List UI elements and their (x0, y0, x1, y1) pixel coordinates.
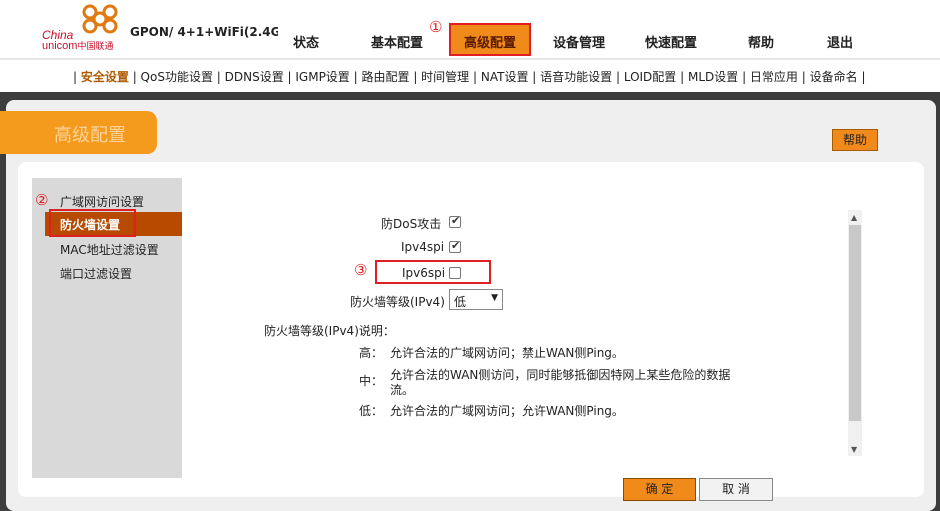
chevron-down-icon: ▼ (491, 293, 498, 303)
sidebar-item-port-filter[interactable]: 端口过滤设置 (60, 265, 132, 282)
page-title-tab: 高级配置 (0, 111, 157, 154)
ipv4spi-label: Ipv4spi (401, 240, 445, 254)
scroll-up-icon[interactable]: ▲ (851, 213, 857, 222)
subnav-security-settings[interactable]: 安全设置 (81, 70, 129, 84)
subnav-nat[interactable]: NAT设置 (481, 70, 529, 84)
sub-navigation-bar: | 安全设置 | QoS功能设置 | DDNS设置 | IGMP设置 | 路由配… (0, 58, 940, 92)
subnav-daily-apps[interactable]: 日常应用 (750, 70, 798, 84)
subnav-igmp[interactable]: IGMP设置 (295, 70, 349, 84)
device-model: GPON/ 4+1+WiFi(2.4G) (128, 0, 286, 58)
scrollbar-thumb[interactable] (849, 225, 861, 421)
sidebar-item-mac-filter[interactable]: MAC地址过滤设置 (60, 241, 159, 258)
level-high-key: 高： (359, 346, 384, 360)
logo-text-unicom: unicom中国联通 (42, 39, 113, 52)
level-high-desc: 允许合法的广域网访问；禁止WAN侧Ping。 (390, 346, 624, 360)
sidebar-item-firewall-label: 防火墙设置 (60, 218, 121, 232)
level-mid-desc-line2: 流。 (390, 383, 415, 397)
device-model-label: GPON/ 4+1+WiFi(2.4G) (130, 25, 286, 39)
scroll-down-icon[interactable]: ▼ (851, 445, 857, 454)
page-title: 高级配置 (54, 125, 126, 146)
nav-basic-config[interactable]: 基本配置 (371, 32, 423, 51)
nav-quick-config[interactable]: 快速配置 (645, 32, 697, 51)
nav-device-management[interactable]: 设备管理 (553, 32, 605, 51)
annotation-marker-2: ② (35, 191, 49, 209)
ipv6spi-checkbox[interactable] (449, 267, 461, 279)
subnav-voice[interactable]: 语音功能设置 (540, 70, 612, 84)
confirm-button[interactable]: 确 定 (623, 478, 696, 501)
dos-checkbox[interactable] (449, 214, 461, 228)
annotation-marker-3: ③ (354, 261, 368, 279)
level-low-desc: 允许合法的广域网访问；允许WAN侧Ping。 (390, 404, 624, 418)
level-description-title: 防火墙等级(IPv4)说明： (264, 324, 395, 338)
level-mid-desc-line1: 允许合法的WAN侧访问，同时能够抵御因特网上某些危险的数据 (390, 368, 731, 382)
subnav-routing[interactable]: 路由配置 (361, 70, 409, 84)
sidebar-item-wan-access[interactable]: 广域网访问设置 (60, 193, 144, 210)
level-mid-key: 中： (359, 374, 384, 388)
subnav-qos[interactable]: QoS功能设置 (141, 70, 213, 84)
nav-logout[interactable]: 退出 (827, 32, 853, 51)
sub-nav-list: | 安全设置 | QoS功能设置 | DDNS设置 | IGMP设置 | 路由配… (73, 70, 866, 84)
level-low-key: 低： (359, 404, 384, 418)
subnav-mld[interactable]: MLD设置 (688, 70, 738, 84)
ipv4spi-checkbox[interactable] (449, 239, 461, 253)
nav-help[interactable]: 帮助 (748, 32, 774, 51)
firewall-level-value: 低 (454, 295, 467, 309)
logo-unicom-cn: 中国联通 (77, 41, 114, 51)
china-unicom-logo: China unicom中国联通 (0, 0, 128, 58)
ipv6spi-label: Ipv6spi (402, 266, 446, 280)
subnav-ddns[interactable]: DDNS设置 (225, 70, 284, 84)
subnav-loid[interactable]: LOID配置 (624, 70, 676, 84)
nav-status[interactable]: 状态 (293, 32, 319, 51)
logo-unicom-en: unicom (42, 40, 78, 52)
help-button[interactable]: 帮助 (832, 129, 878, 151)
dos-label: 防DoS攻击 (381, 217, 442, 231)
subnav-time[interactable]: 时间管理 (421, 70, 469, 84)
unicom-knot-icon (82, 4, 118, 34)
top-navigation-bar: China unicom中国联通 GPON/ 4+1+WiFi(2.4G) 状态… (0, 0, 940, 58)
subnav-device-naming[interactable]: 设备命名 (810, 70, 858, 84)
nav-advanced-config[interactable]: 高级配置 (449, 23, 531, 56)
annotation-marker-1: ① (429, 18, 443, 36)
cancel-button[interactable]: 取 消 (699, 478, 773, 501)
nav-advanced-config-label: 高级配置 (463, 36, 516, 51)
firewall-level-select[interactable]: 低 ▼ (449, 289, 503, 310)
firewall-level-label: 防火墙等级(IPv4) (350, 295, 445, 309)
